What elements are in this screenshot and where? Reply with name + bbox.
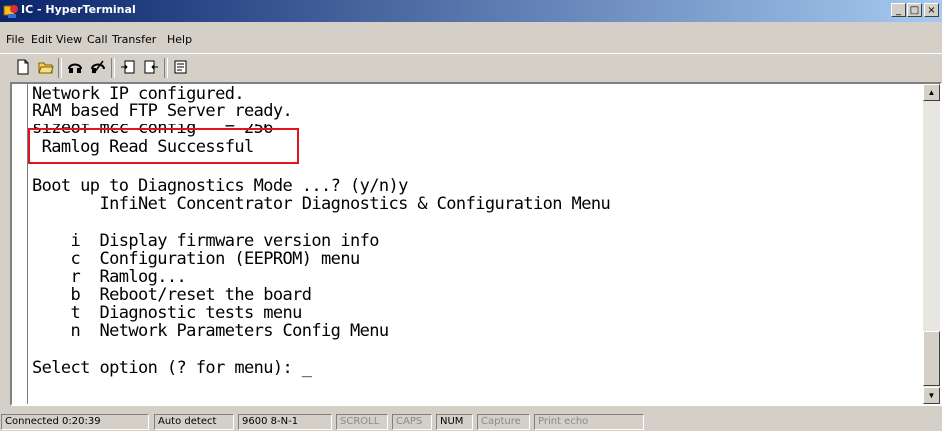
- new-connection-icon[interactable]: [12, 57, 34, 77]
- menu-view[interactable]: View: [56, 33, 82, 46]
- connect-icon[interactable]: [64, 57, 86, 77]
- terminal-frame: Network IP configured. RAM based FTP Ser…: [10, 82, 942, 406]
- window-title: IC - HyperTerminal: [21, 3, 136, 16]
- title-bar: IC - HyperTerminal _ □ ×: [0, 0, 942, 22]
- status-connected: Connected 0:20:39: [1, 414, 149, 430]
- minimize-button[interactable]: _: [891, 3, 906, 17]
- terminal-screen[interactable]: Network IP configured. RAM based FTP Ser…: [12, 84, 920, 404]
- maximize-button[interactable]: □: [907, 3, 922, 17]
- open-icon[interactable]: [35, 57, 57, 77]
- terminal-line: InfiNet Concentrator Diagnostics & Confi…: [32, 194, 611, 214]
- highlight-box: [28, 128, 299, 164]
- menu-file[interactable]: File: [6, 33, 24, 46]
- scroll-thumb[interactable]: [923, 331, 940, 386]
- send-icon[interactable]: [117, 57, 139, 77]
- terminal-line: RAM based FTP Server ready.: [32, 101, 293, 121]
- status-settings: 9600 8-N-1: [238, 414, 332, 430]
- status-detect: Auto detect: [154, 414, 234, 430]
- terminal-line: c Configuration (EEPROM) menu: [32, 249, 361, 269]
- toolbar: [0, 53, 942, 82]
- disconnect-icon[interactable]: [87, 57, 109, 77]
- menu-edit[interactable]: Edit: [31, 33, 52, 46]
- status-caps: CAPS: [392, 414, 432, 430]
- hyperterminal-icon: [3, 5, 18, 18]
- terminal-line: i Display firmware version info: [32, 231, 380, 251]
- menu-call[interactable]: Call: [87, 33, 108, 46]
- scroll-up-button[interactable]: ▲: [923, 84, 940, 101]
- menu-transfer[interactable]: Transfer: [112, 33, 156, 46]
- terminal-prompt: Select option (? for menu): _: [32, 358, 312, 378]
- receive-icon[interactable]: [140, 57, 162, 77]
- terminal-line: Boot up to Diagnostics Mode ...? (y/n)y: [32, 176, 408, 196]
- terminal-line: t Diagnostic tests menu: [32, 303, 303, 323]
- close-button[interactable]: ×: [924, 3, 939, 17]
- vertical-scrollbar[interactable]: ▲ ▼: [923, 84, 940, 404]
- menu-help[interactable]: Help: [167, 33, 192, 46]
- status-print-echo: Print echo: [534, 414, 644, 430]
- status-num: NUM: [436, 414, 473, 430]
- status-capture: Capture: [477, 414, 530, 430]
- terminal-line: r Ramlog...: [32, 267, 187, 287]
- menu-bar: File Edit View Call Transfer Help: [0, 32, 942, 52]
- terminal-line: b Reboot/reset the board: [32, 285, 312, 305]
- status-scroll: SCROLL: [336, 414, 388, 430]
- properties-icon[interactable]: [170, 57, 192, 77]
- terminal-line: n Network Parameters Config Menu: [32, 321, 390, 341]
- scroll-down-button[interactable]: ▼: [923, 387, 940, 404]
- status-bar: Connected 0:20:39 Auto detect 9600 8-N-1…: [0, 411, 942, 431]
